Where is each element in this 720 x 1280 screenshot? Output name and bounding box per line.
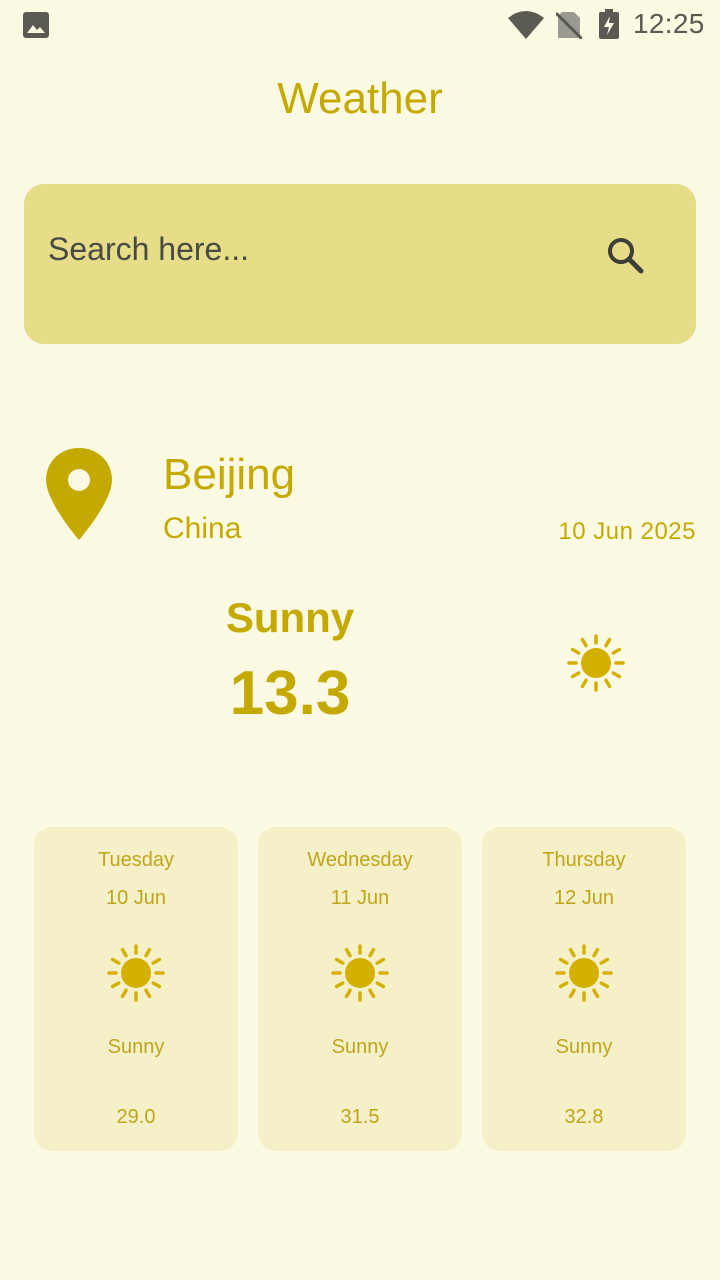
page-title: Weather [277, 74, 443, 123]
forecast-day: Thursday [542, 849, 626, 871]
location-pin-icon [46, 448, 112, 540]
forecast-day: Wednesday [307, 849, 413, 871]
forecast-condition: Sunny [107, 1036, 165, 1058]
battery-charging-icon [599, 9, 619, 39]
forecast-date: 10 Jun [105, 887, 167, 909]
sun-icon [107, 944, 165, 1002]
search-icon[interactable] [604, 234, 650, 280]
search-bar [24, 184, 696, 344]
status-bar: 12:25 [0, 0, 720, 50]
forecast-temperature: 31.5 [340, 1106, 380, 1128]
forecast-card: Tuesday 10 Jun Sunny 29.0 [34, 827, 238, 1151]
sun-icon [567, 634, 625, 692]
forecast-temperature: 29.0 [116, 1106, 156, 1128]
forecast-day: Tuesday [98, 849, 174, 871]
forecast-date: 12 Jun [553, 887, 615, 909]
sun-icon [331, 944, 389, 1002]
forecast-date: 11 Jun [330, 887, 390, 909]
sun-icon [555, 944, 613, 1002]
current-condition: Sunny [225, 594, 355, 641]
forecast-temperature: 32.8 [564, 1106, 604, 1128]
city-name: Beijing [163, 450, 296, 499]
search-input[interactable] [48, 224, 568, 274]
status-time: 12:25 [633, 8, 705, 39]
country-name: China [163, 512, 242, 545]
forecast-condition: Sunny [331, 1036, 389, 1058]
image-icon [23, 12, 49, 38]
current-temperature: 13.3 [229, 659, 351, 728]
forecast-card: Wednesday 11 Jun Sunny 31.5 [258, 827, 462, 1151]
wifi-icon [508, 11, 544, 39]
forecast-card: Thursday 12 Jun Sunny 32.8 [482, 827, 686, 1151]
forecast-condition: Sunny [555, 1036, 613, 1058]
no-sim-icon [556, 11, 582, 39]
current-date: 10 Jun 2025 [558, 518, 696, 545]
